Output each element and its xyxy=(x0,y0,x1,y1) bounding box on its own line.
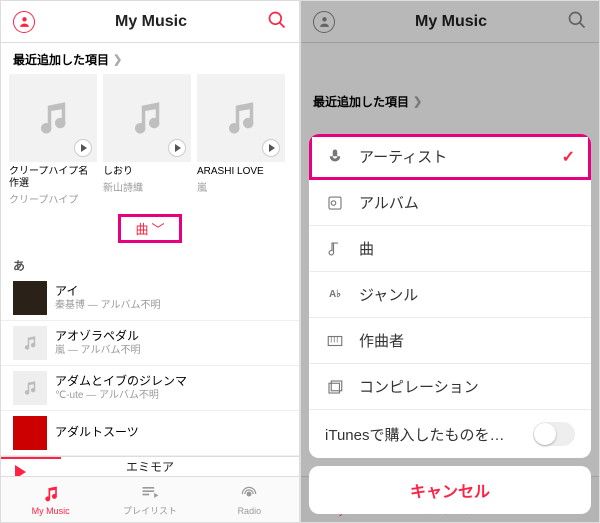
sheet-option-label: 作曲者 xyxy=(359,330,404,351)
song-title: アダムとイブのジレンマ xyxy=(55,374,187,390)
play-icon[interactable] xyxy=(15,465,26,477)
genre-icon: A♭ xyxy=(325,289,345,300)
song-row[interactable]: アダムとイブのジレンマ ℃-ute — アルバム不明 xyxy=(1,366,299,411)
song-artist: 嵐 — アルバム不明 xyxy=(55,344,140,357)
sort-action-sheet: アーティスト ✓ アルバム 曲 A♭ ジャンル 作曲者 xyxy=(309,134,591,514)
index-letter: あ xyxy=(1,251,299,276)
nav-bar: My Music xyxy=(1,1,299,43)
sheet-option-label: コンピレーション xyxy=(359,376,479,397)
sheet-option-compilations[interactable]: コンピレーション xyxy=(309,364,591,410)
song-artist: ℃-ute — アルバム不明 xyxy=(55,389,187,402)
chevron-right-icon: ❯ xyxy=(113,53,122,66)
album-icon xyxy=(325,194,345,212)
sort-label: 曲 xyxy=(135,219,148,238)
sheet-option-label: 曲 xyxy=(359,238,374,259)
song-row[interactable]: アオゾラペダル 嵐 — アルバム不明 xyxy=(1,321,299,366)
album-cover[interactable] xyxy=(103,74,191,162)
song-thumbnail xyxy=(13,281,47,315)
tab-playlists[interactable]: プレイリスト xyxy=(100,477,199,522)
album-card[interactable]: クリープハイプ名作選 クリープハイプ xyxy=(9,74,97,206)
album-artist: クリープハイプ xyxy=(9,191,97,206)
play-icon[interactable] xyxy=(168,139,186,157)
sheet-option-label: アーティスト xyxy=(359,146,447,167)
album-cover[interactable] xyxy=(9,74,97,162)
recently-added-header[interactable]: 最近追加した項目 ❯ xyxy=(1,43,299,74)
tab-radio[interactable]: Radio xyxy=(200,477,299,522)
checkmark-icon: ✓ xyxy=(562,147,575,167)
recently-added-label: 最近追加した項目 xyxy=(13,51,109,68)
piano-icon xyxy=(325,332,345,350)
album-cover[interactable] xyxy=(197,74,285,162)
tab-label: My Music xyxy=(32,506,70,516)
compilation-icon xyxy=(325,378,345,396)
song-title: アオゾラペダル xyxy=(55,329,140,345)
sort-selector[interactable]: 曲 ﹀ xyxy=(118,214,181,243)
album-artist: 嵐 xyxy=(197,179,285,194)
cancel-button[interactable]: キャンセル xyxy=(309,466,591,514)
song-title: アイ xyxy=(55,284,160,300)
album-card[interactable]: ARASHI LOVE 嵐 xyxy=(197,74,285,206)
search-icon[interactable] xyxy=(267,10,287,33)
song-title: アダルトスーツ xyxy=(55,425,139,441)
song-row[interactable]: アダルトスーツ xyxy=(1,411,299,456)
sheet-option-genres[interactable]: A♭ ジャンル xyxy=(309,272,591,318)
song-artist: 秦基博 — アルバム不明 xyxy=(55,299,160,312)
play-icon[interactable] xyxy=(74,139,92,157)
sheet-option-purchased[interactable]: iTunesで購入したものを… xyxy=(309,410,591,458)
now-playing-title: エミモア xyxy=(126,458,174,475)
album-artist: 新山詩織 xyxy=(103,179,191,194)
now-playing-bar[interactable]: エミモア FLIP xyxy=(1,456,299,476)
sheet-option-composers[interactable]: 作曲者 xyxy=(309,318,591,364)
tab-label: Radio xyxy=(238,506,262,516)
tab-bar: My Music プレイリスト Radio xyxy=(1,476,299,522)
sheet-option-label: iTunesで購入したものを… xyxy=(325,424,504,445)
cancel-label: キャンセル xyxy=(410,484,490,501)
song-thumbnail xyxy=(13,371,47,405)
progress-bar[interactable] xyxy=(1,457,61,459)
tab-my-music[interactable]: My Music xyxy=(1,477,100,522)
toggle-switch[interactable] xyxy=(533,422,575,446)
sheet-option-albums[interactable]: アルバム xyxy=(309,180,591,226)
profile-icon[interactable] xyxy=(13,11,35,33)
chevron-down-icon: ﹀ xyxy=(152,219,165,238)
tab-label: プレイリスト xyxy=(123,504,177,517)
right-screenshot: My Music 最近追加した項目 ❯ My Music プレイリスト Radi… xyxy=(300,0,600,523)
microphone-icon xyxy=(325,148,345,166)
album-title: ARASHI LOVE xyxy=(197,166,285,178)
note-icon xyxy=(325,240,345,258)
left-screenshot: My Music 最近追加した項目 ❯ クリープハイプ名作選 クリープハイプ xyxy=(0,0,300,523)
recent-albums-row: クリープハイプ名作選 クリープハイプ しおり 新山詩織 xyxy=(1,74,299,206)
sheet-option-artists[interactable]: アーティスト ✓ xyxy=(309,134,591,180)
song-thumbnail xyxy=(13,326,47,360)
album-title: しおり xyxy=(103,166,191,178)
song-row[interactable]: アイ 秦基博 — アルバム不明 xyxy=(1,276,299,321)
sheet-option-label: ジャンル xyxy=(359,284,418,305)
album-title: クリープハイプ名作選 xyxy=(9,166,97,190)
album-card[interactable]: しおり 新山詩織 xyxy=(103,74,191,206)
sheet-option-songs[interactable]: 曲 xyxy=(309,226,591,272)
sheet-option-label: アルバム xyxy=(359,192,419,213)
song-thumbnail xyxy=(13,416,47,450)
page-title: My Music xyxy=(115,13,187,31)
play-icon[interactable] xyxy=(262,139,280,157)
